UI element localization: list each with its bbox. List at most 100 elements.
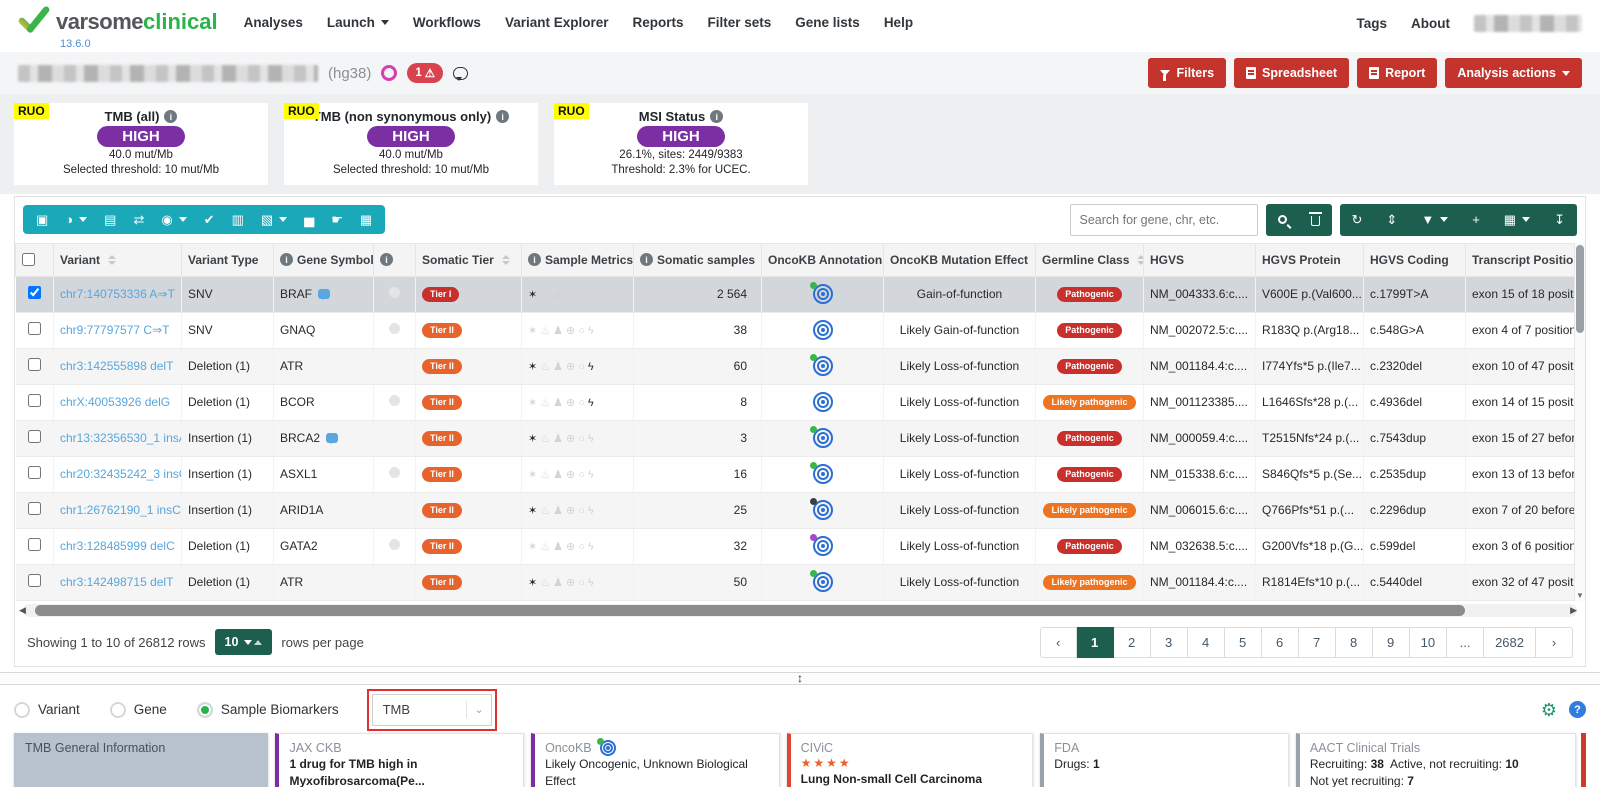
star-icon[interactable]: ✶ <box>528 433 540 445</box>
nav-item-variant-explorer[interactable]: Variant Explorer <box>505 15 609 30</box>
gene-comment-icon[interactable] <box>318 289 330 299</box>
star-icon[interactable]: ✶ <box>528 325 540 337</box>
comments-bubble-icon[interactable] <box>453 67 468 80</box>
germline-badge[interactable]: Pathogenic <box>1057 359 1122 374</box>
row-checkbox[interactable] <box>28 322 41 335</box>
page-button-‹[interactable]: ‹ <box>1040 627 1077 658</box>
sample-status-ring-icon[interactable] <box>381 65 397 81</box>
refresh-icon[interactable]: ↻ <box>1340 204 1375 236</box>
person-icon[interactable]: ♟ <box>553 361 566 373</box>
pipette-icon[interactable]: ♨ <box>540 289 553 301</box>
circle-icon[interactable]: ○ <box>578 361 588 373</box>
globe-icon[interactable]: ⊕ <box>566 505 578 517</box>
oncokb-target-icon[interactable] <box>813 392 833 412</box>
germline-badge[interactable]: Pathogenic <box>1057 287 1122 302</box>
search-button[interactable] <box>1266 204 1299 236</box>
page-button-1[interactable]: 1 <box>1077 627 1114 658</box>
nav-item-launch[interactable]: Launch <box>327 15 389 30</box>
gear-icon[interactable]: ⚙ <box>1541 701 1557 719</box>
globe-icon[interactable]: ⊕ <box>566 541 578 553</box>
columns-menu-icon[interactable]: ▦ <box>1492 204 1542 236</box>
warning-count-badge[interactable]: 1 ⚠ <box>407 63 443 83</box>
excel-file-icon[interactable]: ▥ <box>232 213 244 226</box>
col-header-germline-class[interactable]: Germline Class <box>1036 243 1144 276</box>
horizontal-scrollbar[interactable]: ◀ ▶ <box>23 604 1577 617</box>
page-button-7[interactable]: 7 <box>1299 627 1336 658</box>
globe-icon[interactable]: ⊕ <box>566 325 578 337</box>
scroll-left-arrow-icon[interactable]: ◀ <box>19 604 26 617</box>
row-checkbox[interactable] <box>28 502 41 515</box>
info-icon[interactable]: i <box>710 110 723 123</box>
waveform-icon[interactable]: ϟ <box>588 361 597 373</box>
pipette-icon[interactable]: ♨ <box>540 433 553 445</box>
row-checkbox[interactable] <box>28 430 41 443</box>
analysis-actions-button[interactable]: Analysis actions <box>1445 58 1582 88</box>
star-icon[interactable]: ✶ <box>528 505 540 517</box>
pipette-icon[interactable]: ♨ <box>540 505 553 517</box>
waveform-icon[interactable]: ϟ <box>588 541 597 553</box>
chart-icon[interactable]: ▅ <box>304 213 314 226</box>
tier-badge[interactable]: Tier II <box>422 467 462 482</box>
variant-link[interactable]: chr3:142555898 delT <box>60 359 173 373</box>
person-icon[interactable]: ♟ <box>553 325 566 337</box>
col-header-variant-type[interactable]: Variant Type <box>182 243 274 276</box>
nav-item-help[interactable]: Help <box>884 15 913 30</box>
compare-icon[interactable]: ⇄ <box>133 213 144 226</box>
person-icon[interactable]: ♟ <box>553 541 566 553</box>
annotation-menu-icon[interactable]: ◉ <box>161 213 186 226</box>
clear-search-button[interactable] <box>1299 204 1332 236</box>
varsome-clinical-logo[interactable]: varsomeclinical 13.6.0 <box>18 6 218 50</box>
page-button-...[interactable]: ... <box>1447 627 1484 658</box>
fda-card[interactable]: FDADrugs: 1 <box>1040 733 1289 787</box>
contrast-menu-icon[interactable]: ◑ <box>65 213 87 226</box>
col-header-somatic-tier[interactable]: Somatic Tier <box>416 243 522 276</box>
oncokb-target-icon[interactable] <box>813 536 833 556</box>
sort-icon[interactable] <box>1137 255 1143 265</box>
col-header-oncokb-mutation-effect[interactable]: OncoKB Mutation Effect <box>884 243 1036 276</box>
tier-badge[interactable]: Tier I <box>422 287 459 302</box>
user-name-redacted[interactable] <box>1474 15 1582 32</box>
variant-link[interactable]: chr9:77797577 C⇒T <box>60 323 169 337</box>
circle-icon[interactable]: ○ <box>578 325 588 337</box>
oncokb-target-icon[interactable] <box>813 320 833 340</box>
variant-link[interactable]: chr3:142498715 delT <box>60 575 173 589</box>
oncokb-target-icon[interactable] <box>813 572 833 592</box>
gene-comment-icon[interactable] <box>326 433 338 443</box>
germline-badge[interactable]: Likely pathogenic <box>1043 503 1135 518</box>
varsome-check-icon[interactable]: ✔ <box>204 213 215 226</box>
oncokb-target-icon[interactable] <box>813 356 833 376</box>
scroll-down-arrow-icon[interactable]: ▼ <box>1575 591 1585 600</box>
germline-badge[interactable]: Likely pathogenic <box>1043 575 1135 590</box>
star-icon[interactable]: ✶ <box>528 541 540 553</box>
germline-badge[interactable]: Pathogenic <box>1057 467 1122 482</box>
pipette-icon[interactable]: ♨ <box>540 541 553 553</box>
aact-card[interactable]: AACT Clinical TrialsRecruiting: 38 Activ… <box>1296 733 1576 787</box>
circle-icon[interactable]: ○ <box>578 397 588 409</box>
star-icon[interactable]: ✶ <box>528 577 540 589</box>
download-icon[interactable]: ↧ <box>1542 204 1577 236</box>
sort-icon[interactable]: ⇕ <box>1374 204 1409 236</box>
civic-card[interactable]: CIViC★★★★Lung Non-small Cell Carcinoma <box>787 733 1034 787</box>
pipette-icon[interactable]: ♨ <box>540 325 553 337</box>
page-button-9[interactable]: 9 <box>1373 627 1410 658</box>
sort-icon[interactable] <box>502 255 510 265</box>
globe-icon[interactable]: ⊕ <box>566 469 578 481</box>
person-icon[interactable]: ♟ <box>553 289 566 301</box>
variant-link[interactable]: chr3:128485999 delC <box>60 539 175 553</box>
page-button-5[interactable]: 5 <box>1225 627 1262 658</box>
nav-item-filter-sets[interactable]: Filter sets <box>708 15 772 30</box>
oncokb-target-icon[interactable] <box>813 428 833 448</box>
circle-icon[interactable]: ○ <box>578 577 588 589</box>
globe-icon[interactable]: ⊕ <box>566 577 578 589</box>
waveform-icon[interactable]: ϟ <box>588 325 597 337</box>
oncokb-target-icon[interactable] <box>813 464 833 484</box>
col-header-info[interactable]: i <box>374 243 416 276</box>
oncokb-target-icon[interactable] <box>813 500 833 520</box>
horizontal-scrollbar-thumb[interactable] <box>35 605 1465 616</box>
sort-icon[interactable] <box>108 255 116 265</box>
waveform-icon[interactable]: ϟ <box>588 469 597 481</box>
pipette-icon[interactable]: ♨ <box>540 397 553 409</box>
tier-badge[interactable]: Tier II <box>422 359 462 374</box>
col-header-somatic-samples[interactable]: iSomatic samples <box>634 243 762 276</box>
waveform-icon[interactable]: ϟ <box>588 397 597 409</box>
